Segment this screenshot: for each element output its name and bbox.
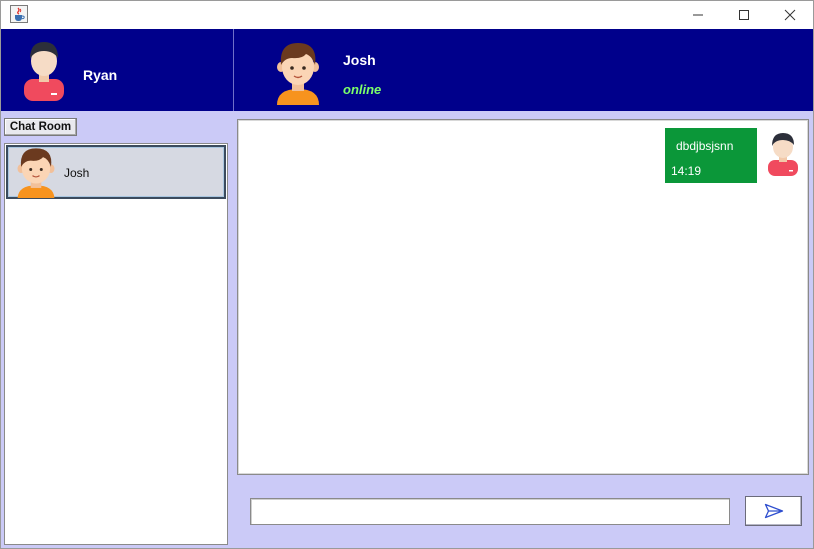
close-button[interactable] — [767, 1, 813, 29]
message-time: 14:19 — [671, 164, 702, 178]
maximize-button[interactable] — [721, 1, 767, 29]
peer-name: Josh — [343, 52, 376, 68]
user-avatar-icon — [24, 42, 64, 101]
header-divider — [233, 29, 234, 111]
contact-item-josh[interactable]: Josh — [6, 145, 226, 199]
user-avatar-icon — [277, 43, 319, 105]
message-area[interactable]: dbdjbsjsnn 14:19 — [237, 119, 809, 475]
message-bubble: dbdjbsjsnn 14:19 — [665, 128, 757, 183]
chat-header: Ryan Josh online — [1, 29, 813, 111]
contact-name: Josh — [64, 166, 90, 180]
java-cup-icon — [10, 5, 28, 23]
peer-status: online — [343, 82, 382, 97]
message-text: dbdjbsjsnn — [676, 139, 734, 153]
send-icon — [764, 503, 783, 519]
contact-list[interactable]: Josh — [4, 143, 228, 545]
current-user-name: Ryan — [83, 67, 118, 83]
close-icon — [784, 9, 796, 21]
title-bar[interactable] — [1, 1, 813, 29]
app-window: Ryan Josh online Chat Room Josh dbdjbsjs… — [0, 0, 814, 549]
send-button[interactable] — [745, 496, 802, 526]
user-avatar-icon — [768, 133, 798, 176]
message-input[interactable] — [250, 498, 730, 525]
minimize-button[interactable] — [675, 1, 721, 29]
maximize-icon — [739, 10, 749, 20]
user-avatar-icon — [17, 148, 55, 198]
minimize-icon — [693, 14, 703, 16]
chat-room-button[interactable]: Chat Room — [4, 118, 77, 136]
